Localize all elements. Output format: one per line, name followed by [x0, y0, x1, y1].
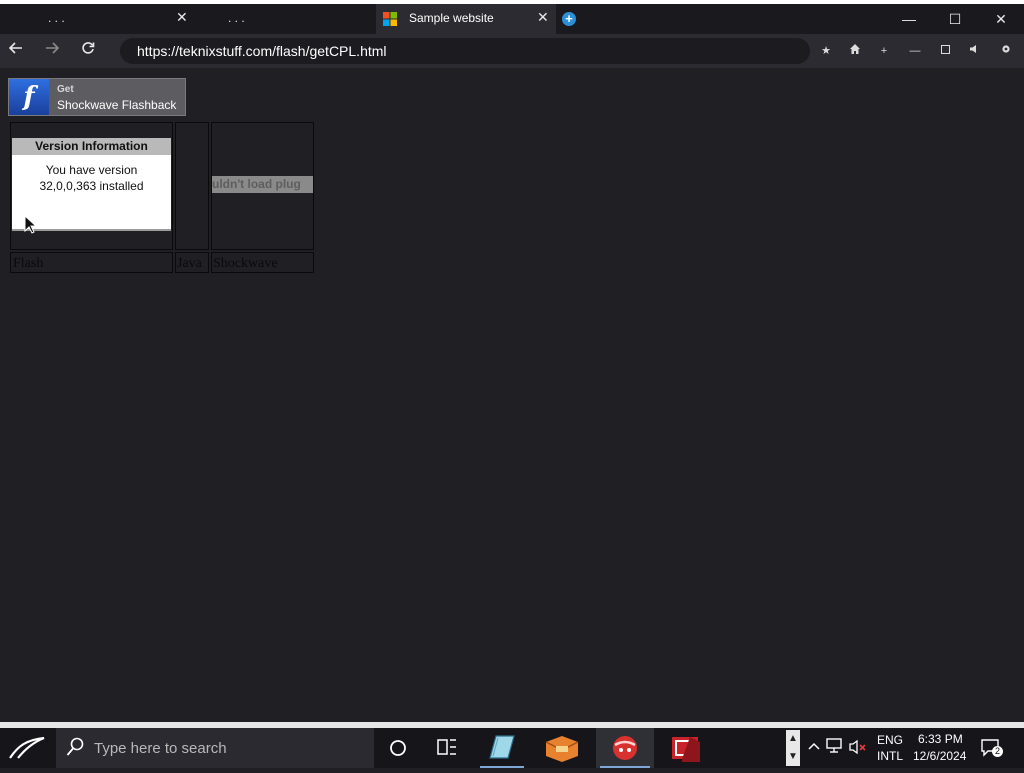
tab-1[interactable]: . . . ✕ — [0, 4, 198, 34]
volume-muted-icon[interactable] — [849, 739, 867, 758]
network-icon[interactable] — [826, 738, 844, 757]
keyboard-layout[interactable]: INTL — [877, 749, 903, 763]
tab-title: . . . — [228, 11, 245, 25]
caption-shockwave-text: Shockwave — [213, 256, 278, 271]
zoom-in-icon[interactable]: + — [876, 43, 892, 59]
address-bar[interactable]: https://teknixstuff.com/flash/getCPL.htm… — [120, 38, 810, 64]
caption-java-text: Java — [177, 256, 202, 271]
arrow-right-icon — [46, 42, 60, 54]
settings-gear-icon[interactable] — [998, 43, 1014, 59]
mouse-cursor-icon — [24, 215, 36, 234]
forward-button[interactable] — [41, 40, 63, 62]
caption-flash: Flash — [10, 252, 173, 273]
audio-icon[interactable] — [967, 43, 983, 59]
get-flashback-banner[interactable]: f Get Shockwave Flashback — [8, 78, 186, 116]
chevron-up-icon[interactable] — [808, 740, 820, 754]
taskbar-app-flash-projector[interactable] — [660, 728, 712, 768]
back-button[interactable] — [5, 40, 27, 62]
close-tab-icon[interactable]: ✕ — [176, 9, 188, 26]
star-icon[interactable]: ★ — [818, 43, 834, 59]
system-tray: ▲ ▼ ENG INTL 6:33 PM 12/6/2024 2 — [784, 728, 1024, 768]
tab-sample-website[interactable]: Sample website ✕ — [376, 4, 556, 34]
version-line-1: You have version — [45, 163, 138, 177]
home-icon[interactable] — [847, 43, 863, 59]
version-heading: Version Information — [12, 138, 171, 155]
java-plugin-cell — [175, 122, 209, 250]
caption-shockwave: Shockwave — [211, 252, 314, 273]
search-icon — [66, 737, 84, 756]
url-text[interactable]: https://teknixstuff.com/flash/getCPL.htm… — [137, 43, 387, 59]
taskbar: Type here to search ▲ ▼ ENG INTL 6:33 PM… — [0, 728, 1024, 768]
cortana-circle-icon — [390, 740, 406, 756]
tab-bar: . . . ✕ . . . Sample website ✕ + — ☐ ✕ — [0, 4, 1024, 34]
notification-count: 2 — [992, 746, 1003, 757]
flash-logo-icon: f — [9, 79, 49, 115]
new-tab-button[interactable]: + — [562, 12, 576, 26]
taskbar-app-notepad[interactable] — [476, 728, 528, 768]
close-window-button[interactable]: ✕ — [978, 8, 1024, 30]
clock-time[interactable]: 6:33 PM — [918, 732, 963, 746]
maximize-button[interactable]: ☐ — [932, 8, 978, 30]
caption-flash-text: Flash — [13, 256, 44, 271]
version-line-2: 32,0,0,363 installed — [39, 179, 144, 193]
banner-product-name: Shockwave Flashback — [57, 98, 177, 112]
search-placeholder: Type here to search — [94, 740, 227, 757]
banner-get-label: Get — [57, 84, 74, 95]
notification-center-icon[interactable]: 2 — [980, 738, 1003, 758]
taskbar-app-browser[interactable] — [596, 728, 654, 768]
browser-app-icon — [613, 736, 637, 760]
tab-title: . . . — [48, 11, 65, 25]
minimize-button[interactable]: — — [886, 8, 932, 30]
task-view-icon — [437, 739, 456, 755]
flash-projector-app-icon — [672, 737, 700, 762]
start-button[interactable] — [0, 728, 56, 768]
plugin-error-message: uldn't load plug — [212, 176, 313, 193]
zoom-out-icon[interactable]: — — [907, 43, 923, 59]
cortana-button[interactable] — [374, 728, 420, 768]
tab-2[interactable]: . . . — [198, 4, 376, 34]
fullscreen-icon[interactable] — [937, 43, 953, 59]
tray-scroll-arrows[interactable]: ▲ ▼ — [786, 730, 800, 766]
clock-date[interactable]: 12/6/2024 — [913, 749, 966, 763]
language-code[interactable]: ENG — [877, 733, 903, 747]
arrow-left-icon — [8, 42, 22, 54]
reload-icon — [82, 42, 95, 54]
close-tab-icon[interactable]: ✕ — [537, 9, 549, 26]
archive-app-icon — [545, 736, 579, 762]
task-view-button[interactable] — [422, 728, 470, 768]
taskbar-search-box[interactable]: Type here to search — [56, 728, 374, 768]
taskbar-app-archive[interactable] — [536, 728, 588, 768]
notepad-app-icon — [489, 735, 515, 759]
tab-title: Sample website — [409, 11, 494, 25]
caption-java: Java — [175, 252, 209, 273]
reload-button[interactable] — [77, 40, 99, 62]
navigation-bar: https://teknixstuff.com/flash/getCPL.htm… — [0, 34, 1024, 68]
start-logo-icon — [9, 736, 45, 759]
windows-logo-icon — [383, 12, 397, 26]
